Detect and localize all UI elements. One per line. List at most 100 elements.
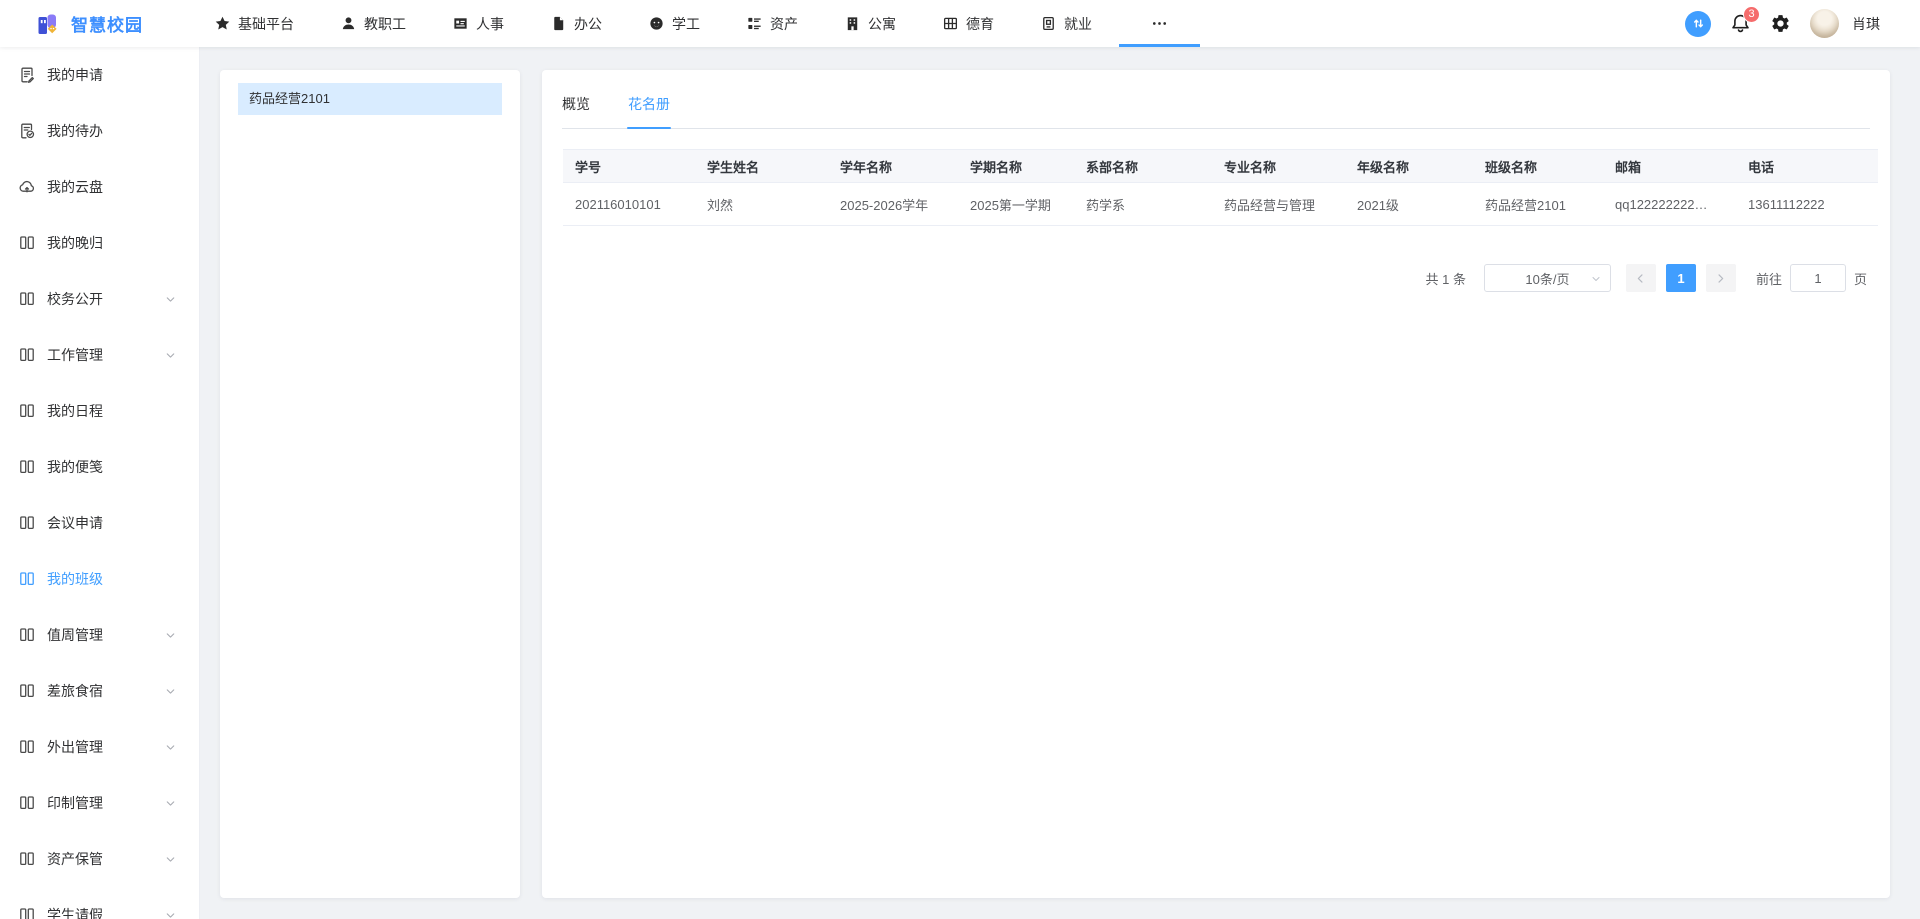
notification-badge: 3: [1743, 6, 1760, 23]
sidebar-item-my-todos[interactable]: 我的待办: [0, 103, 199, 159]
nav-item-more[interactable]: [1115, 0, 1204, 47]
book-icon: [18, 458, 36, 476]
chevron-left-icon: [1634, 272, 1647, 285]
book-icon: [18, 234, 36, 252]
app-logo[interactable]: 智慧校园: [0, 11, 143, 37]
sidebar-item-student-leave[interactable]: 学生请假: [0, 887, 199, 919]
sidebar-item-travel-board[interactable]: 差旅食宿: [0, 663, 199, 719]
chevron-down-icon: [164, 909, 177, 919]
prev-page-button[interactable]: [1626, 264, 1656, 292]
table-column-header: 邮箱: [1603, 150, 1736, 183]
goto-label: 前往: [1756, 269, 1782, 288]
page-size-select[interactable]: 10条/页: [1484, 264, 1611, 292]
sidebar-item-print-management[interactable]: 印制管理: [0, 775, 199, 831]
book-icon: [18, 402, 36, 420]
nav-item-office[interactable]: 办公: [527, 0, 625, 47]
sidebar-item-my-schedule[interactable]: 我的日程: [0, 383, 199, 439]
app-title: 智慧校园: [71, 11, 143, 36]
building-icon: [844, 15, 861, 32]
book-icon: [18, 570, 36, 588]
page-size-value: 10条/页: [1525, 269, 1569, 288]
table-column-header: 学期名称: [958, 150, 1074, 183]
book-icon: [18, 290, 36, 308]
settings-button[interactable]: [1770, 13, 1791, 34]
nav-item-student-affairs[interactable]: 学工: [625, 0, 723, 47]
class-list-item[interactable]: 药品经营2101: [238, 83, 502, 115]
table-column-header: 学号: [563, 150, 695, 183]
page-number-button[interactable]: 1: [1666, 264, 1696, 292]
nav-item-hr[interactable]: 人事: [429, 0, 527, 47]
sidebar-item-duty-week[interactable]: 值周管理: [0, 607, 199, 663]
tab-roster[interactable]: 花名册: [628, 86, 670, 128]
total-count-label: 共 1 条: [1426, 269, 1466, 288]
tab-bar: 概览 花名册: [562, 86, 1870, 129]
sidebar: 我的申请 我的待办 我的云盘 我的晚归 校务公开 工作管理 我的日程 我的便笺 …: [0, 47, 200, 919]
nav-item-staff[interactable]: 教职工: [317, 0, 429, 47]
nav-item-moral-education[interactable]: 德育: [919, 0, 1017, 47]
nav-item-apartment[interactable]: 公寓: [821, 0, 919, 47]
table-cell: 13611112222: [1736, 183, 1868, 226]
sidebar-item-work-management[interactable]: 工作管理: [0, 327, 199, 383]
table-column-header-clipped: [1868, 150, 1878, 183]
nav-item-assets[interactable]: 资产: [723, 0, 821, 47]
sidebar-item-outing-management[interactable]: 外出管理: [0, 719, 199, 775]
book-icon: [18, 738, 36, 756]
goto-page-input[interactable]: [1790, 264, 1846, 292]
sidebar-item-asset-custody[interactable]: 资产保管: [0, 831, 199, 887]
next-page-button[interactable]: [1706, 264, 1736, 292]
sidebar-item-my-late-return[interactable]: 我的晚归: [0, 215, 199, 271]
table-cell: 2025-2026学年: [828, 183, 958, 226]
sidebar-item-my-cloud-disk[interactable]: 我的云盘: [0, 159, 199, 215]
table-row: 202116010101刘然2025-2026学年2025第一学期药学系药品经营…: [563, 183, 1878, 226]
list-icon: [746, 15, 763, 32]
book-icon: [18, 794, 36, 812]
chevron-down-icon: [164, 349, 177, 362]
nav-item-basic-platform[interactable]: 基础平台: [191, 0, 317, 47]
gear-icon: [1770, 13, 1791, 34]
table-cell: 药学系: [1074, 183, 1212, 226]
table-body: 202116010101刘然2025-2026学年2025第一学期药学系药品经营…: [563, 183, 1878, 226]
user-icon: [340, 15, 357, 32]
book-icon: [18, 682, 36, 700]
cloud-upload-icon: [18, 178, 36, 196]
table-column-header: 学生姓名: [695, 150, 828, 183]
table-cell: 药品经营与管理: [1212, 183, 1345, 226]
chevron-right-icon: [1714, 272, 1727, 285]
sidebar-item-my-notes[interactable]: 我的便笺: [0, 439, 199, 495]
sidebar-item-my-applications[interactable]: 我的申请: [0, 47, 199, 103]
chevron-down-icon: [164, 685, 177, 698]
sidebar-item-school-affairs[interactable]: 校务公开: [0, 271, 199, 327]
document-check-icon: [18, 122, 36, 140]
table-cell: qq122222222…: [1603, 183, 1736, 226]
top-bar: 智慧校园 基础平台 教职工 人事 办公 学工 资产 公寓 德育 就业: [0, 0, 1920, 47]
document-edit-icon: [18, 66, 36, 84]
table-column-header: 系部名称: [1074, 150, 1212, 183]
sidebar-item-my-class[interactable]: 我的班级: [0, 551, 199, 607]
chevron-down-icon: [164, 797, 177, 810]
avatar[interactable]: [1810, 9, 1839, 38]
table-cell: 刘然: [695, 183, 828, 226]
table-cell: 药品经营2101: [1473, 183, 1603, 226]
document-icon: [550, 15, 567, 32]
switch-icon: [1691, 16, 1706, 31]
sidebar-item-meeting-application[interactable]: 会议申请: [0, 495, 199, 551]
table-cell: 2021级: [1345, 183, 1473, 226]
book-icon: [18, 514, 36, 532]
logo-icon: [36, 11, 62, 37]
top-nav: 基础平台 教职工 人事 办公 学工 资产 公寓 德育 就业: [191, 0, 1204, 47]
tab-overview[interactable]: 概览: [562, 86, 590, 128]
switch-role-button[interactable]: [1685, 11, 1711, 37]
table-column-header: 学年名称: [828, 150, 958, 183]
notifications-button[interactable]: 3: [1730, 13, 1751, 34]
book-icon: [18, 626, 36, 644]
pagination: 共 1 条 10条/页 1 前往 页: [542, 264, 1867, 292]
chevron-down-icon: [1590, 273, 1602, 285]
nav-item-employment[interactable]: 就业: [1017, 0, 1115, 47]
chevron-down-icon: [164, 741, 177, 754]
book-icon: [18, 850, 36, 868]
star-icon: [214, 15, 231, 32]
username[interactable]: 肖琪: [1852, 14, 1880, 34]
table-header-row: 学号学生姓名学年名称学期名称系部名称专业名称年级名称班级名称邮箱电话: [563, 150, 1878, 183]
class-list-panel: 药品经营2101: [220, 70, 520, 898]
table-column-header: 班级名称: [1473, 150, 1603, 183]
